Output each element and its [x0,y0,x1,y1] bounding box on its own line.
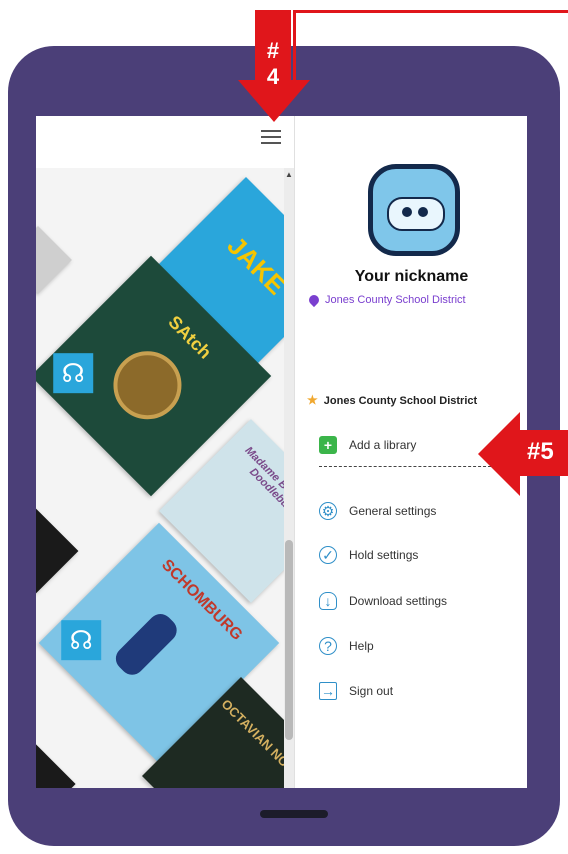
annotation-line [293,10,568,13]
avatar-face [387,197,445,231]
general-settings-button[interactable]: ⚙ General settings [319,502,436,520]
books-panel: JAKE SAtch ☊ Madame Beautiful Doodlebug … [36,116,294,788]
help-button[interactable]: ? Help [319,637,374,655]
annotation-label-5: #5 [527,438,554,465]
add-library-label: Add a library [349,438,417,452]
annotation-label-4-line2: 4 [266,64,280,89]
sign-out-icon: → [319,682,337,700]
cloud-icon: ↓ [319,592,337,610]
plus-icon: + [319,436,337,454]
book-partial[interactable] [36,744,76,788]
help-icon: ? [319,637,337,655]
scroll-up-icon[interactable]: ▲ [285,170,293,179]
app-screen: JAKE SAtch ☊ Madame Beautiful Doodlebug … [36,116,527,788]
divider [319,466,491,467]
nickname[interactable]: Your nickname [295,268,527,286]
avatar-eye [402,207,412,217]
library-name: Jones County School District [323,395,478,407]
book-title: JAKE [221,230,292,301]
book-title: OCTAVIAN NOTHING [218,696,294,788]
annotation-label-4-line1: # [266,38,280,63]
general-settings-label: General settings [349,504,437,518]
scroll-thumb[interactable] [285,540,293,740]
download-settings-button[interactable]: ↓ Download settings [319,592,447,610]
book-partial[interactable] [36,508,79,594]
annotation-line [293,10,296,80]
annotation-arrow-5-head [478,412,520,496]
add-library-button[interactable]: + Add a library [319,436,416,454]
home-library-label: Jones County School District [325,294,466,306]
hold-settings-label: Hold settings [349,548,419,562]
books-header [36,116,294,168]
download-settings-label: Download settings [349,594,448,608]
gear-icon: ⚙ [319,502,337,520]
home-library[interactable]: Jones County School District [306,293,466,308]
tablet-home-button [260,810,328,818]
help-label: Help [349,639,374,653]
avatar[interactable] [368,164,460,256]
menu-icon[interactable] [259,126,283,150]
pin-icon [306,293,322,308]
check-icon: ✓ [319,546,337,564]
scrollbar[interactable]: ▲ [284,168,294,788]
headphones-icon: ☊ [53,353,94,394]
trumpet-image [99,337,196,434]
figure-image [110,609,182,680]
annotation-label-4: # 4 [262,38,284,90]
book-partial[interactable] [36,226,72,294]
headphones-icon: ☊ [61,620,102,661]
sign-out-label: Sign out [349,684,394,698]
star-icon: ★ [307,393,318,407]
library-row[interactable]: ★ Jones County School District [307,393,477,407]
avatar-eye [418,207,428,217]
sign-out-button[interactable]: → Sign out [319,682,393,700]
hold-settings-button[interactable]: ✓ Hold settings [319,546,418,564]
